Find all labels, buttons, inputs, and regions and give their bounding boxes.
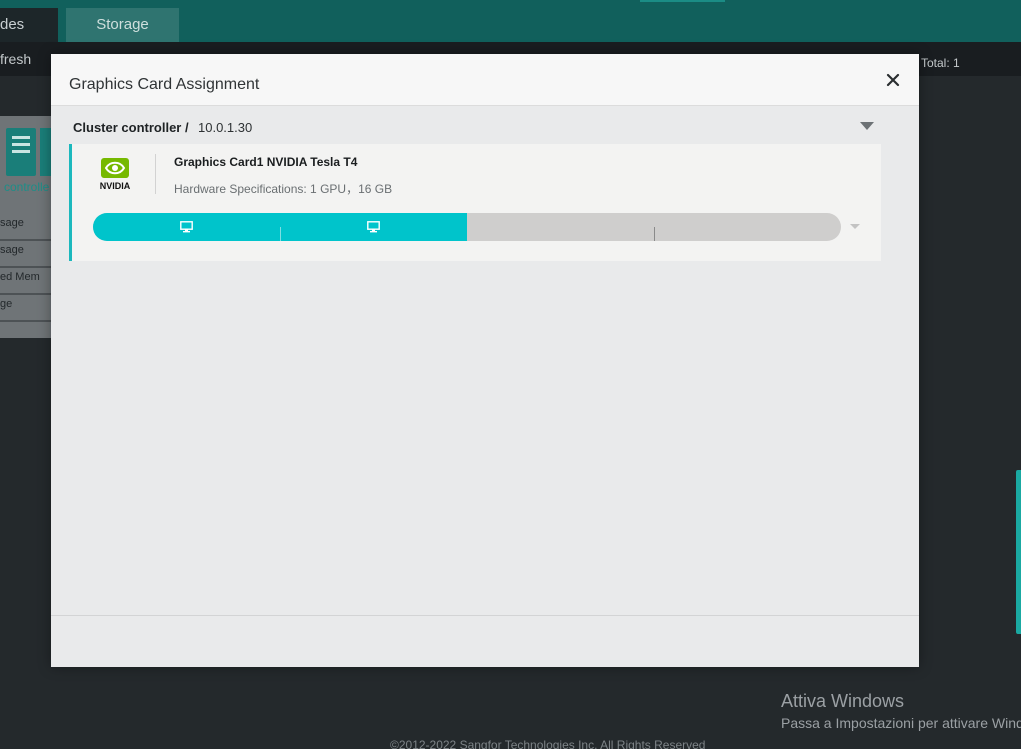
metric-memory: sage <box>0 241 52 268</box>
metric-storage: ge <box>0 295 52 322</box>
close-icon <box>886 73 900 87</box>
copyright: ©2012-2022 Sangfor Technologies Inc. All… <box>390 738 706 749</box>
divider <box>155 154 156 194</box>
allocation-dropdown-icon[interactable] <box>850 224 860 229</box>
gpu-name: Graphics Card1 NVIDIA Tesla T4 <box>174 155 358 169</box>
graphics-card-assignment-dialog: Graphics Card Assignment Cluster control… <box>51 54 919 667</box>
top-navbar: des Storage <box>0 0 1021 42</box>
cluster-label: Cluster controller / <box>73 120 189 135</box>
close-button[interactable] <box>885 72 901 88</box>
metric-cpu: sage <box>0 214 52 241</box>
tab-accent <box>640 0 725 2</box>
tab-storage[interactable]: Storage <box>66 8 179 42</box>
tab-nodes[interactable]: des <box>0 8 58 42</box>
free-segment[interactable] <box>654 213 841 241</box>
allocated-segment[interactable] <box>93 213 280 241</box>
side-panel-handle[interactable] <box>1016 470 1021 634</box>
nvidia-logo: NVIDIA <box>94 156 136 192</box>
gpu-spec: Hardware Specifications: 1 GPU，16 GB <box>174 182 393 196</box>
refresh-button[interactable]: fresh <box>0 51 31 67</box>
gpu-allocation-bar[interactable] <box>93 213 841 241</box>
segment-divider <box>654 227 655 241</box>
allocated-segment[interactable] <box>280 213 467 241</box>
activation-watermark-subtitle: Passa a Impostazioni per attivare Wind <box>781 715 1021 731</box>
collapse-arrow-icon[interactable] <box>860 122 874 130</box>
gpu-card: NVIDIA Graphics Card1 NVIDIA Tesla T4 Ha… <box>69 144 881 261</box>
total-count: Total: 1 <box>921 56 960 70</box>
monitor-icon <box>180 221 193 233</box>
dialog-header: Graphics Card Assignment <box>51 54 919 106</box>
dialog-title: Graphics Card Assignment <box>69 76 260 93</box>
free-segment[interactable] <box>467 213 654 241</box>
metric-reserved-memory: ed Mem <box>0 268 52 295</box>
cluster-header[interactable]: Cluster controller / 10.0.1.30 <box>73 118 879 140</box>
monitor-icon <box>367 221 380 233</box>
segment-divider <box>280 227 281 241</box>
activation-watermark-title: Attiva Windows <box>781 691 905 711</box>
node-label: controlle <box>4 180 50 194</box>
nvidia-logo-text: NVIDIA <box>100 181 131 191</box>
server-icon <box>6 128 36 176</box>
cluster-ip: 10.0.1.30 <box>198 120 253 135</box>
dialog-footer-divider <box>51 615 919 616</box>
node-card[interactable]: controlle sage sage ed Mem ge <box>0 116 52 338</box>
